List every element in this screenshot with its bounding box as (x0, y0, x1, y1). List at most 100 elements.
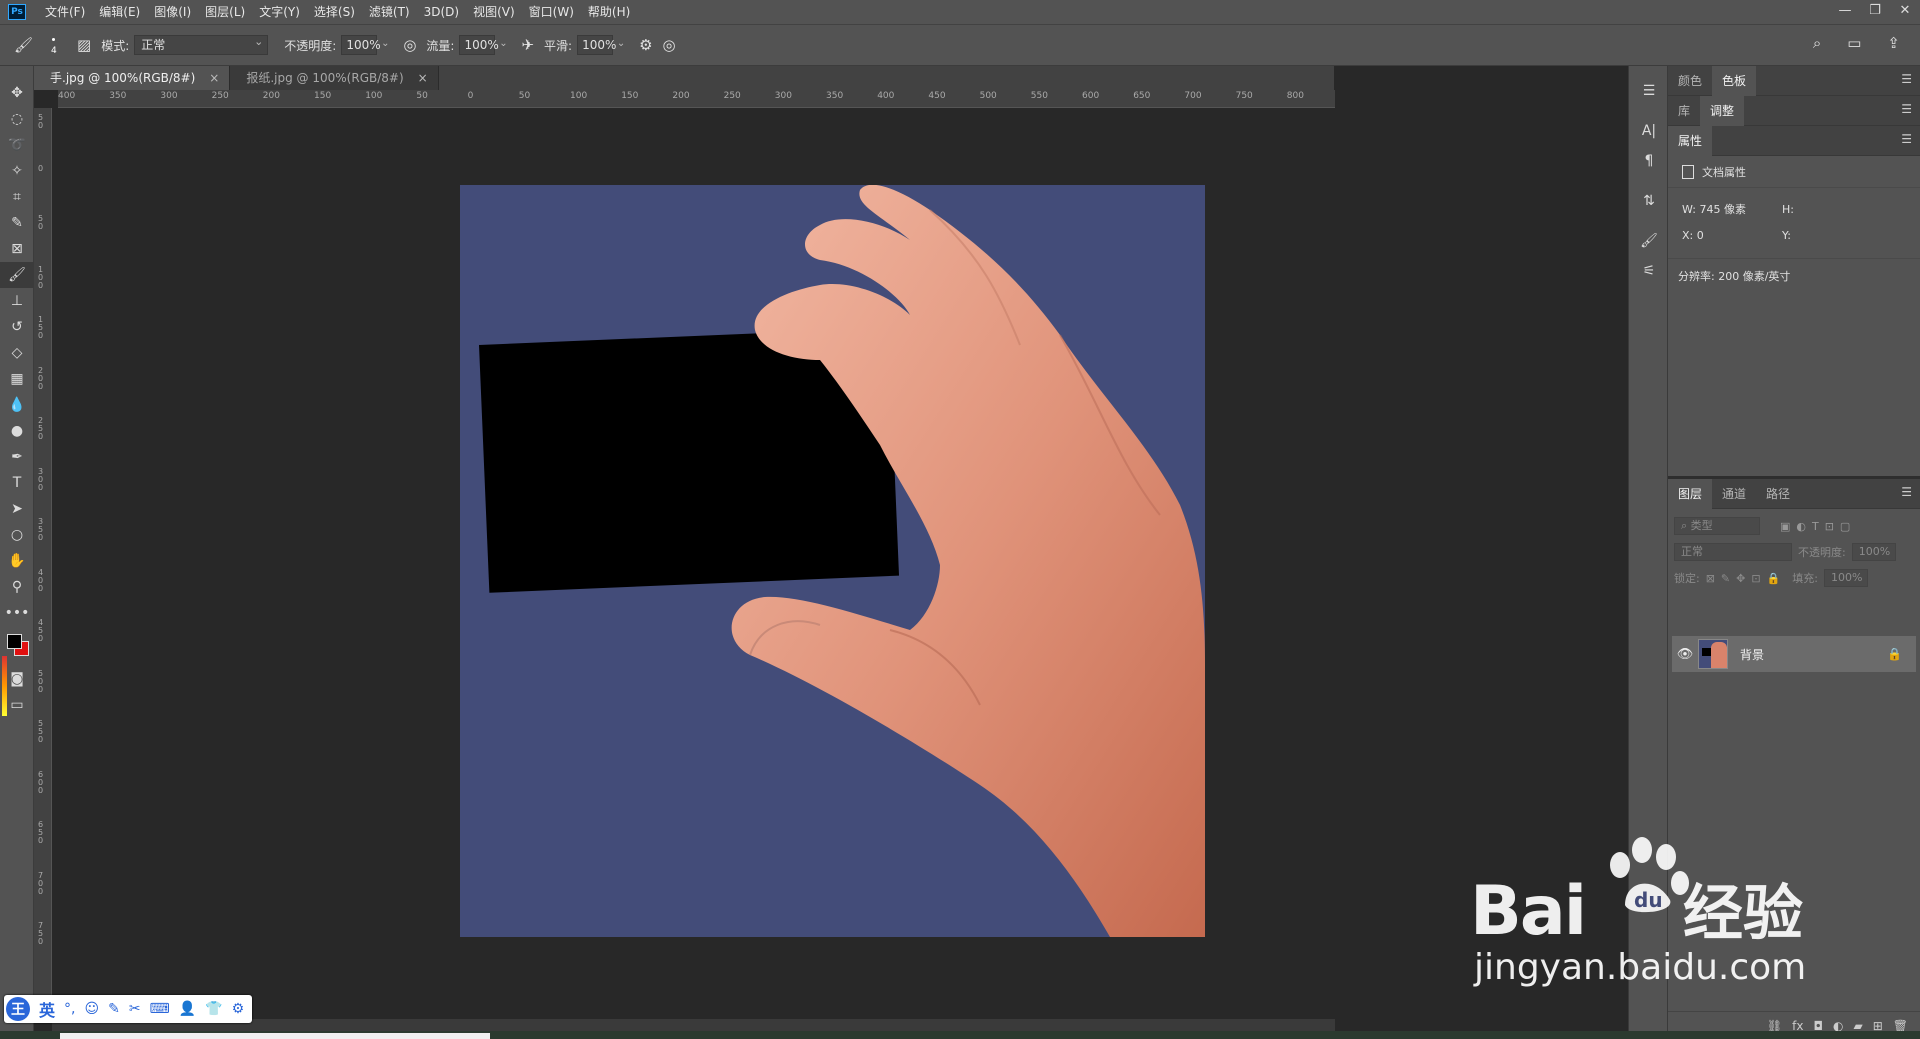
menu-view[interactable]: 视图(V) (466, 0, 522, 24)
tab-hand[interactable]: 手.jpg @ 100%(RGB/8#) × (34, 66, 231, 90)
brush-settings-icon[interactable]: ▨ (77, 36, 91, 54)
tab-layers[interactable]: 图层 (1668, 478, 1713, 509)
close-icon[interactable]: × (418, 66, 428, 90)
tab-swatches[interactable]: 色板 (1712, 65, 1757, 96)
brush-tool-icon[interactable]: 🖌 (0, 262, 34, 288)
flow-input[interactable]: 100% (459, 35, 499, 55)
zoom-tool-icon[interactable]: ⚲ (0, 574, 34, 600)
settings-icon[interactable]: ⚙ (232, 1001, 245, 1017)
history-brush-tool-icon[interactable]: ↺ (0, 314, 34, 340)
tab-color[interactable]: 颜色 (1668, 66, 1712, 96)
foreground-color[interactable] (7, 634, 22, 649)
brush-settings-icon[interactable]: 🖌 (1629, 226, 1669, 256)
keyboard-icon[interactable]: ⌨ (150, 1001, 170, 1017)
ime-logo[interactable]: 王 (6, 997, 30, 1021)
eyedropper-tool-icon[interactable]: ✎ (0, 210, 34, 236)
skin-icon[interactable]: 👕 (205, 1001, 222, 1017)
w-value[interactable]: 745 像素 (1699, 203, 1746, 216)
menu-window[interactable]: 窗口(W) (522, 0, 581, 24)
canvas-area[interactable] (52, 108, 1335, 1019)
emoji-icon[interactable]: ☺ (84, 1001, 99, 1017)
fill-input[interactable]: 100% (1824, 569, 1869, 587)
taskbar-window[interactable] (60, 1033, 490, 1039)
menu-3d[interactable]: 3D(D) (417, 0, 466, 24)
frame-tool-icon[interactable]: ⊠ (0, 236, 34, 262)
close-icon[interactable]: × (209, 66, 219, 90)
menu-help[interactable]: 帮助(H) (581, 0, 637, 24)
menu-edit[interactable]: 编辑(E) (92, 0, 147, 24)
share-icon[interactable]: ⇪ (1887, 34, 1900, 52)
lock-icons[interactable]: ⊠✎✥⊡🔒 (1706, 572, 1787, 585)
blur-tool-icon[interactable]: 💧 (0, 392, 34, 418)
magic-wand-tool-icon[interactable]: ✧ (0, 158, 34, 184)
panel-menu-icon[interactable]: ☰ (1901, 72, 1912, 86)
tab-properties[interactable]: 属性 (1668, 125, 1713, 156)
marquee-tool-icon[interactable]: ◌ (0, 106, 34, 132)
brush-preset-picker[interactable]: 4 (43, 34, 65, 56)
mode-select[interactable]: 正常 (134, 33, 269, 55)
paragraph-icon[interactable]: ¶ (1629, 146, 1669, 176)
filter-icons[interactable]: ▣◐T⊡▢ (1780, 520, 1856, 533)
gradient-tool-icon[interactable]: ▦ (0, 366, 34, 392)
pressure-size-icon[interactable]: ◎ (663, 36, 676, 54)
more-tools-icon[interactable]: ••• (0, 600, 34, 626)
character-icon[interactable]: A| (1629, 116, 1669, 146)
layer-row-background[interactable]: 👁 背景 🔒 (1672, 636, 1916, 672)
tab-libraries[interactable]: 库 (1668, 96, 1700, 126)
workspace-icon[interactable]: ▭ (1847, 34, 1861, 52)
smooth-input[interactable]: 100% (577, 35, 616, 55)
history-icon[interactable]: ⇅ (1629, 186, 1669, 216)
lasso-tool-icon[interactable]: ➰ (0, 132, 34, 158)
dodge-tool-icon[interactable]: ● (0, 418, 34, 444)
tab-adjustments[interactable]: 调整 (1700, 95, 1745, 126)
tab-paths[interactable]: 路径 (1756, 479, 1800, 509)
move-tool-icon[interactable]: ✥ (0, 80, 34, 106)
menu-layer[interactable]: 图层(L) (198, 0, 252, 24)
stamp-tool-icon[interactable]: ⊥ (0, 288, 34, 314)
eye-icon[interactable]: 👁 (1672, 647, 1698, 662)
tab-channels[interactable]: 通道 (1712, 479, 1756, 509)
handwrite-icon[interactable]: ✎ (108, 1001, 120, 1017)
path-select-tool-icon[interactable]: ➤ (0, 496, 34, 522)
ime-lang[interactable]: 英 (39, 997, 55, 1021)
minimize-button[interactable]: — (1830, 0, 1860, 24)
menu-filter[interactable]: 滤镜(T) (362, 0, 417, 24)
type-tool-icon[interactable]: T (0, 470, 34, 496)
crop-tool-icon[interactable]: ⌗ (0, 184, 34, 210)
layer-opacity-input[interactable]: 100% (1851, 543, 1896, 561)
scissors-icon[interactable]: ✂ (129, 1001, 141, 1017)
brush-tool-icon[interactable]: 🖌 (14, 36, 33, 54)
smooth-dropdown[interactable]: ⌄ (613, 35, 629, 55)
gear-icon[interactable]: ⚙ (639, 36, 652, 54)
user-icon[interactable]: 👤 (179, 1001, 196, 1017)
blend-mode-select[interactable]: 正常 (1674, 543, 1792, 561)
layer-filter-select[interactable]: ⌕ 类型 (1674, 517, 1760, 535)
ime-punct[interactable]: °, (64, 1001, 75, 1017)
menu-type[interactable]: 文字(Y) (252, 0, 307, 24)
eraser-tool-icon[interactable]: ◇ (0, 340, 34, 366)
restore-button[interactable]: ❐ (1860, 0, 1890, 24)
opacity-dropdown[interactable]: ⌄ (377, 35, 393, 55)
menu-image[interactable]: 图像(I) (147, 0, 198, 24)
learn-icon[interactable]: ☰ (1629, 76, 1669, 106)
menu-select[interactable]: 选择(S) (307, 0, 362, 24)
x-value[interactable]: 0 (1697, 229, 1704, 242)
close-button[interactable]: ✕ (1890, 0, 1920, 24)
airbrush-icon[interactable]: ✈ (521, 36, 534, 54)
lock-icon[interactable]: 🔒 (1887, 647, 1902, 661)
opacity-input[interactable]: 100% (341, 35, 381, 55)
tab-newspaper[interactable]: 报纸.jpg @ 100%(RGB/8#) × (230, 66, 439, 90)
search-icon[interactable]: ⌕ (1813, 34, 1821, 52)
flow-dropdown[interactable]: ⌄ (495, 35, 511, 55)
pressure-opacity-icon[interactable]: ◎ (403, 36, 416, 54)
panel-menu-icon[interactable]: ☰ (1901, 102, 1912, 116)
panel-menu-icon[interactable]: ☰ (1901, 132, 1912, 146)
pen-tool-icon[interactable]: ✒ (0, 444, 34, 470)
hand-tool-icon[interactable]: ✋ (0, 548, 34, 574)
adjust-sliders-icon[interactable]: ⚟ (1629, 256, 1669, 286)
layer-name[interactable]: 背景 (1740, 646, 1887, 663)
panel-menu-icon[interactable]: ☰ (1901, 485, 1912, 499)
ellipse-tool-icon[interactable]: ○ (0, 522, 34, 548)
menu-file[interactable]: 文件(F) (38, 0, 92, 24)
document-canvas[interactable] (460, 185, 1205, 937)
